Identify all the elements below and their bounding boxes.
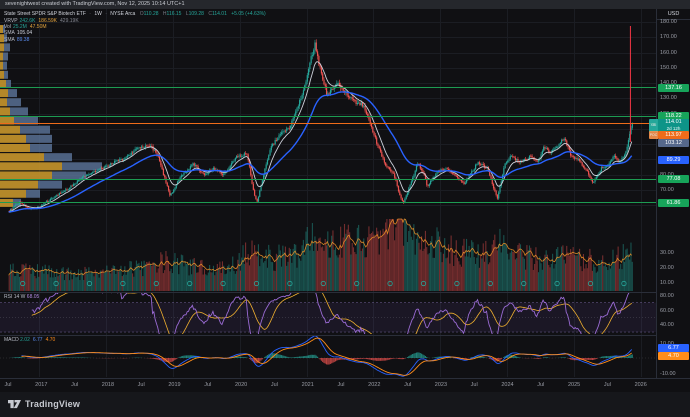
time-label-month: Jul: [271, 382, 278, 388]
time-label-month: Jul: [604, 382, 611, 388]
close-value: 114.01: [212, 11, 227, 17]
high-value: 116.15: [167, 11, 182, 17]
indicator-legend-rows: VRVP242.6K186.59K429.19K Vol25.2M47.50M SM…: [4, 18, 266, 44]
open-value: 110.28: [144, 11, 159, 17]
price-label-macd-470: 4.70: [658, 352, 689, 360]
legend-row-sma-3[interactable]: SMA89.38: [4, 37, 266, 43]
tradingview-brand[interactable]: TradingView: [8, 398, 80, 410]
rsi-title[interactable]: RSI: [4, 294, 12, 300]
price-label-value: 6.77: [668, 345, 679, 351]
footer-bar: TradingView: [0, 392, 690, 417]
time-label-year: 2023: [435, 382, 447, 388]
price-label-value: 103.12: [665, 140, 682, 146]
indicator-value: 89.38: [17, 37, 30, 43]
attribution-text: sevenightwest created with TradingView.c…: [5, 1, 185, 7]
price-label-value: 114.01: [665, 119, 681, 125]
time-label-month: Jul: [537, 382, 544, 388]
tradingview-brand-text: TradingView: [25, 399, 80, 409]
rsi-gridline-label: 60.00: [660, 307, 674, 315]
volume-gridline-label: 10.00: [660, 279, 674, 287]
separator: ·: [105, 11, 107, 17]
symbol-name[interactable]: State Street SPDR S&P Biotech ETF: [4, 11, 86, 17]
price-gridline-label: 170.00: [660, 33, 677, 41]
indicator-value: 25.2M: [13, 24, 27, 30]
price-label-13716: 137.16: [658, 84, 689, 92]
rsi-value: 68.05: [27, 294, 40, 300]
price-gridline-label: 70.00: [660, 186, 674, 194]
indicator-value: 242.6K: [20, 18, 36, 24]
macd-values: 2.026.774.70: [20, 337, 58, 343]
time-label-year: 2019: [168, 382, 180, 388]
time-label-year: 2025: [568, 382, 580, 388]
time-label-month: Jul: [4, 382, 11, 388]
price-label-8929: 89.29: [658, 156, 689, 164]
rsi-gridline-label: 40.00: [660, 321, 674, 329]
macd-value: 4.70: [46, 337, 56, 343]
rsi-params: 14 W: [14, 294, 26, 300]
chart-legend[interactable]: State Street SPDR S&P Biotech ETF · 1W ·…: [4, 11, 266, 43]
time-label-year: 2018: [102, 382, 114, 388]
indicator-value: 186.59K: [38, 18, 57, 24]
symbol-row[interactable]: State Street SPDR S&P Biotech ETF · 1W ·…: [4, 11, 266, 18]
time-label-month: Jul: [471, 382, 478, 388]
tradingview-chart-window: sevenightwest created with TradingView.c…: [0, 0, 690, 417]
price-label-value: 113.97: [665, 132, 681, 138]
price-gridline-label: 130.00: [660, 94, 677, 102]
price-label-tag: POC: [649, 131, 658, 139]
price-gridline-label: 150.00: [660, 64, 677, 72]
low-value: 109.28: [189, 11, 204, 17]
time-label-year: 2017: [35, 382, 47, 388]
bar-countdown: 2d 12h: [658, 126, 689, 131]
price-label-macd-677: 6.77: [658, 344, 689, 352]
price-label-7708: 77.08: [658, 175, 689, 183]
rsi-gridline-label: 80.00: [660, 292, 674, 300]
price-label-11397: 113.97POC: [658, 131, 689, 139]
rsi-legend[interactable]: RSI 14 W 68.05: [4, 294, 39, 300]
separator: ·: [89, 11, 91, 17]
time-label-month: Jul: [71, 382, 78, 388]
time-label-year: 2020: [235, 382, 247, 388]
time-label-month: Jul: [138, 382, 145, 388]
chart-canvas[interactable]: [0, 0, 690, 417]
indicator-name[interactable]: SMA: [4, 30, 15, 36]
volume-gridline-label: 20.00: [660, 264, 674, 272]
indicator-value: 429.19K: [60, 18, 79, 24]
time-label-year: 2024: [501, 382, 513, 388]
indicator-value: 47.50M: [30, 24, 47, 30]
interval[interactable]: 1W: [94, 11, 102, 17]
macd-title[interactable]: MACD: [4, 337, 19, 343]
price-label-11401: 114.012d 12hXBI: [658, 119, 689, 132]
time-label-year: 2026: [635, 382, 647, 388]
snapshot-attribution-bar: sevenightwest created with TradingView.c…: [0, 0, 690, 9]
volume-gridline-label: 30.00: [660, 249, 674, 257]
price-label-value: 4.70: [668, 353, 679, 359]
price-label-10312: 103.12: [658, 139, 689, 147]
price-gridline-label: 160.00: [660, 49, 677, 57]
price-gridline-label: 180.00: [660, 18, 677, 26]
time-label-month: Jul: [204, 382, 211, 388]
time-label-month: Jul: [404, 382, 411, 388]
tradingview-logo-icon: [8, 398, 21, 410]
price-label-tag: XBI: [649, 119, 658, 132]
indicator-name[interactable]: VRVP: [4, 18, 18, 24]
price-label-value: 137.16: [665, 85, 682, 91]
macd-gridline-label: -10.00: [660, 370, 676, 378]
change-value: +5.05 (+4.63%): [231, 11, 265, 17]
time-label-year: 2021: [302, 382, 314, 388]
exchange: NYSE Arca: [110, 11, 135, 17]
price-label-value: 61.86: [667, 200, 681, 206]
time-label-month: Jul: [337, 382, 344, 388]
macd-legend[interactable]: MACD 2.026.774.70: [4, 337, 58, 343]
time-scale[interactable]: Jul 2017 Jul 2018 Jul 2019 Jul 2020 Jul 2021 Jul 20…: [0, 378, 690, 393]
price-label-6186: 61.86: [658, 199, 689, 207]
price-label-value: 89.29: [667, 157, 681, 163]
macd-value: 6.77: [33, 337, 43, 343]
indicator-name[interactable]: Vol: [4, 24, 11, 30]
indicator-value: 105.04: [17, 30, 32, 36]
price-label-value: 77.08: [667, 176, 681, 182]
time-label-year: 2022: [368, 382, 380, 388]
macd-value: 2.02: [20, 337, 30, 343]
indicator-name[interactable]: SMA: [4, 37, 15, 43]
price-scale[interactable]: USD 180.00170.00160.00150.00140.00130.00…: [656, 9, 690, 378]
